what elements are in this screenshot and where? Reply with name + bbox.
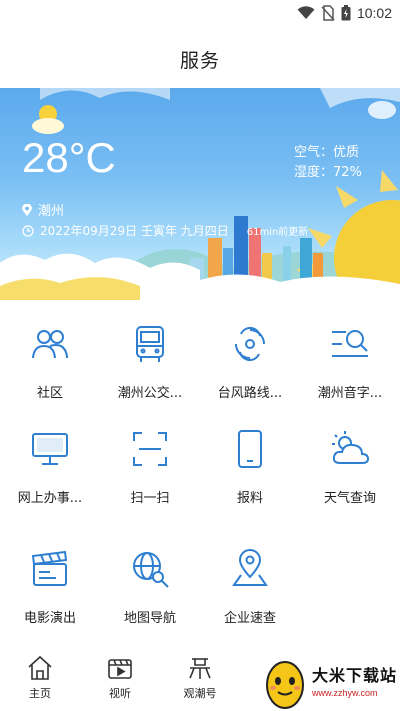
air-info: 空气：优质 湿度：72% <box>294 143 362 183</box>
weather-icon <box>332 431 370 464</box>
video-icon <box>108 659 132 679</box>
clock-icon <box>22 224 34 237</box>
service-label: 潮州公交... <box>117 386 183 401</box>
service-report[interactable]: 报料 <box>200 423 300 513</box>
nav-label: 视听 <box>109 687 131 700</box>
service-dictionary[interactable]: 潮州音字... <box>300 318 400 408</box>
service-label: 社区 <box>36 386 63 401</box>
air-quality: 空气：优质 <box>294 145 360 160</box>
nav-video[interactable]: 视听 <box>90 654 150 701</box>
battery-icon <box>341 5 351 21</box>
location-map-icon <box>232 549 268 586</box>
service-online-office[interactable]: 网上办事... <box>0 423 100 513</box>
service-typhoon[interactable]: 台风路线... <box>200 318 300 408</box>
scan-icon <box>133 432 167 466</box>
tablet-icon <box>238 430 262 468</box>
wifi-icon <box>297 6 315 19</box>
service-label: 台风路线... <box>217 386 283 401</box>
temperature: 28°C <box>22 134 116 181</box>
service-label: 潮州音字... <box>317 386 383 401</box>
no-sim-icon <box>321 5 335 21</box>
service-label: 扫一扫 <box>130 491 170 506</box>
watermark-url: www.zzhyw.com <box>312 688 378 698</box>
location-pin-icon <box>22 203 32 216</box>
service-bus[interactable]: 潮州公交... <box>100 318 200 408</box>
computer-icon <box>32 433 68 465</box>
watermark-title: 大米下载站 <box>312 666 398 685</box>
globe-search-icon <box>133 552 169 588</box>
service-scan[interactable]: 扫一扫 <box>100 423 200 513</box>
dictionary-search-icon <box>332 330 368 357</box>
nav-guanchao[interactable]: 观潮号 <box>170 654 230 701</box>
page-title: 服务 <box>179 49 220 72</box>
service-label: 电影演出 <box>23 611 76 626</box>
clock: 10:02 <box>356 5 392 21</box>
date-text: 2022年09月29日 壬寅年 九月四日 <box>40 224 229 238</box>
service-label: 网上办事... <box>17 491 83 506</box>
chao-icon <box>189 658 211 679</box>
service-label: 企业速查 <box>223 611 276 626</box>
clapperboard-icon <box>31 550 68 586</box>
service-movies[interactable]: 电影演出 <box>0 543 100 633</box>
status-bar: 10:02 <box>0 0 400 30</box>
nav-label: 观潮号 <box>183 687 217 700</box>
nav-home[interactable]: 主页 <box>10 654 70 701</box>
city-name: 潮州 <box>38 204 65 219</box>
service-community[interactable]: 社区 <box>0 318 100 408</box>
service-label: 天气查询 <box>323 491 376 506</box>
header: 服务 <box>0 30 400 88</box>
home-icon <box>28 655 52 680</box>
city-row: 潮州 <box>22 200 64 219</box>
date-row: 2022年09月29日 壬寅年 九月四日 61min前更新 <box>22 222 308 239</box>
typhoon-icon <box>235 326 265 362</box>
weather-illustration <box>0 88 400 300</box>
service-map[interactable]: 地图导航 <box>100 543 200 633</box>
weather-banner[interactable]: 28°C 空气：优质 湿度：72% 潮州 2022年09月29日 壬寅年 九月四… <box>0 88 400 300</box>
nav-label: 主页 <box>29 687 51 700</box>
service-weather[interactable]: 天气查询 <box>300 423 400 513</box>
service-label: 报料 <box>236 491 263 506</box>
service-enterprise[interactable]: 企业速查 <box>200 543 300 633</box>
watermark: 大米下载站 www.zzhyw.com <box>262 656 400 711</box>
bus-icon <box>136 326 164 362</box>
update-time: 61min前更新 <box>246 227 309 238</box>
mascot-logo-icon <box>266 660 304 709</box>
humidity: 湿度：72% <box>294 165 362 180</box>
community-icon <box>32 330 68 359</box>
service-label: 地图导航 <box>123 611 176 626</box>
